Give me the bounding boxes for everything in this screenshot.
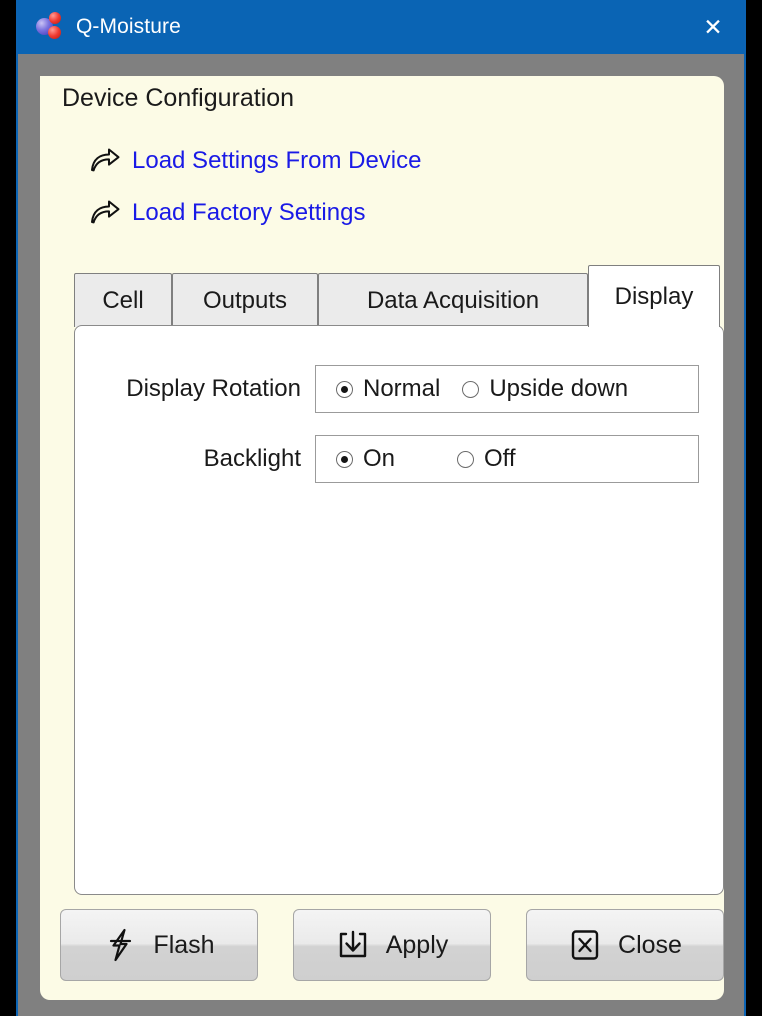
radio-dot	[336, 380, 353, 398]
curved-arrow-icon	[91, 148, 120, 172]
radio-normal[interactable]: Normal	[336, 375, 440, 403]
radio-on[interactable]: On	[336, 445, 395, 473]
radio-label: Off	[484, 445, 516, 472]
tab-display[interactable]: Display	[588, 265, 720, 327]
tab-cell[interactable]: Cell	[74, 273, 172, 327]
display-rotation-label: Display Rotation	[126, 375, 301, 402]
x-box-icon	[571, 930, 599, 960]
button-label: Close	[618, 930, 682, 959]
flash-button[interactable]: Flash	[60, 909, 258, 981]
backlight-row: Backlight On Off	[75, 434, 723, 484]
tab-strip: Cell Outputs Data Acquisition Display	[74, 265, 724, 327]
backlight-label: Backlight	[203, 445, 301, 472]
molecule-atom-lower	[48, 26, 61, 39]
radio-label: Upside down	[489, 375, 629, 402]
close-icon[interactable]: ✕	[682, 0, 744, 54]
apply-button[interactable]: Apply	[293, 909, 491, 981]
download-tray-icon	[339, 930, 366, 958]
window-title: Q-Moisture	[76, 15, 181, 38]
tab-label: Cell	[102, 286, 144, 314]
molecule-icon	[34, 12, 64, 42]
backlight-group: On Off	[315, 435, 699, 483]
radio-upside-down[interactable]: Upside down	[462, 375, 628, 403]
link-label: Load Factory Settings	[132, 199, 366, 226]
molecule-atom-upper	[49, 12, 61, 24]
action-button-bar: Flash Apply Close	[60, 909, 724, 981]
radio-label: Normal	[363, 375, 441, 402]
tab-label: Outputs	[202, 286, 288, 314]
title-bar: Q-Moisture ✕	[18, 0, 744, 54]
page-title: Device Configuration	[62, 84, 295, 112]
radio-dot	[462, 380, 480, 398]
load-settings-from-device-link[interactable]: Load Settings From Device	[90, 144, 421, 178]
lightning-bolt-icon	[110, 928, 132, 962]
device-configuration-card: Device Configuration Load Settings From …	[40, 76, 724, 1000]
display-rotation-group: Normal Upside down	[315, 365, 699, 413]
tab-data-acquisition[interactable]: Data Acquisition	[318, 273, 588, 327]
radio-dot	[336, 450, 353, 468]
link-label: Load Settings From Device	[132, 147, 422, 174]
radio-off[interactable]: Off	[457, 445, 516, 473]
radio-label: On	[363, 445, 396, 472]
tab-label: Display	[614, 282, 694, 310]
load-factory-settings-link[interactable]: Load Factory Settings	[90, 196, 365, 230]
close-button[interactable]: Close	[526, 909, 724, 981]
tab-outputs[interactable]: Outputs	[172, 273, 318, 327]
radio-dot	[457, 450, 475, 468]
button-label: Flash	[153, 930, 215, 959]
tab-label: Data Acquisition	[366, 286, 540, 314]
display-rotation-row: Display Rotation Normal Upside down	[75, 364, 723, 414]
curved-arrow-icon	[91, 200, 120, 224]
application-window: Q-Moisture ✕ Device Configuration Load S…	[16, 0, 746, 1016]
display-tab-panel: Display Rotation Normal Upside down Back…	[74, 325, 724, 895]
button-label: Apply	[385, 930, 449, 959]
